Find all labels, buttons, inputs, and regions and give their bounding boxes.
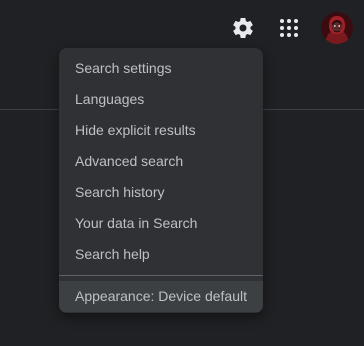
account-avatar[interactable]: [321, 12, 353, 44]
menu-item-languages[interactable]: Languages: [59, 84, 263, 115]
menu-item-your-data-in-search[interactable]: Your data in Search: [59, 208, 263, 239]
appearance-menu-item[interactable]: Appearance: Device default: [59, 281, 263, 312]
gear-icon: [233, 17, 253, 38]
menu-item-search-help[interactable]: Search help: [59, 239, 263, 270]
settings-menu-list: Search settings Languages Hide explicit …: [59, 48, 263, 270]
menu-item-search-history[interactable]: Search history: [59, 177, 263, 208]
menu-separator: [59, 275, 263, 276]
menu-item-hide-explicit-results[interactable]: Hide explicit results: [59, 115, 263, 146]
menu-item-advanced-search[interactable]: Advanced search: [59, 146, 263, 177]
menu-item-search-settings[interactable]: Search settings: [59, 53, 263, 84]
settings-button[interactable]: [231, 16, 255, 40]
google-apps-button[interactable]: [277, 16, 301, 40]
settings-menu: Search settings Languages Hide explicit …: [59, 48, 263, 313]
apps-grid-icon: [280, 19, 298, 37]
user-avatar-icon: [321, 12, 353, 44]
